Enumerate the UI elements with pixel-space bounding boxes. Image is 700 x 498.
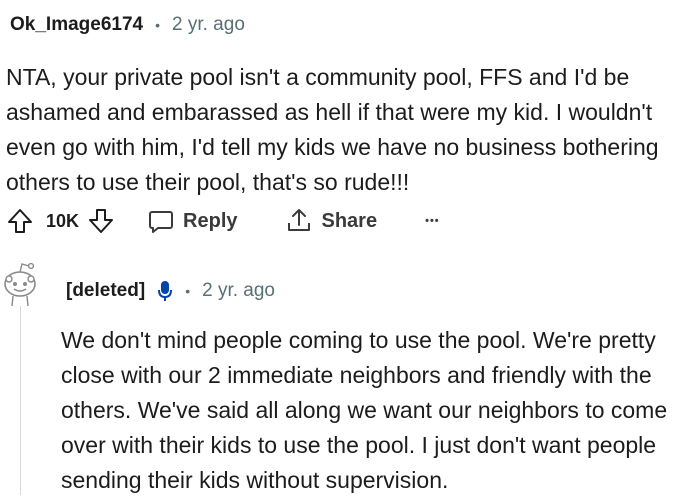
downvote-button[interactable] (87, 207, 115, 235)
meta-separator: • (185, 283, 191, 299)
meta-separator: • (155, 17, 160, 33)
comment-username[interactable]: Ok_Image6174 (10, 14, 143, 36)
reply-icon (149, 211, 174, 233)
comment-body: NTA, your private pool isn't a community… (6, 64, 659, 195)
reply-body: We don't mind people coming to use the p… (61, 327, 668, 493)
vote-count: 10K (46, 210, 80, 231)
thread-line[interactable] (20, 306, 21, 495)
upvote-icon (8, 209, 32, 233)
deleted-user-avatar-icon (4, 262, 36, 307)
share-label: Share (321, 209, 378, 232)
more-options-button[interactable]: ••• (425, 215, 440, 227)
downvote-icon (89, 209, 114, 233)
upvote-button[interactable] (6, 207, 34, 235)
reply-header: [deleted] • 2 yr. ago (66, 279, 275, 303)
reply-label: Reply (183, 209, 238, 232)
comment-timestamp[interactable]: 2 yr. ago (172, 14, 245, 36)
reply-button[interactable]: Reply (147, 207, 238, 235)
comment-action-bar: 10K Reply Share ••• (6, 207, 440, 235)
reply-timestamp[interactable]: 2 yr. ago (202, 280, 275, 302)
share-button[interactable]: Share (284, 207, 378, 235)
share-icon (287, 209, 310, 231)
microphone-icon (158, 281, 173, 301)
comment-header: Ok_Image6174 • 2 yr. ago (10, 14, 245, 36)
reply-username: [deleted] (66, 280, 146, 301)
avatar (0, 258, 42, 317)
